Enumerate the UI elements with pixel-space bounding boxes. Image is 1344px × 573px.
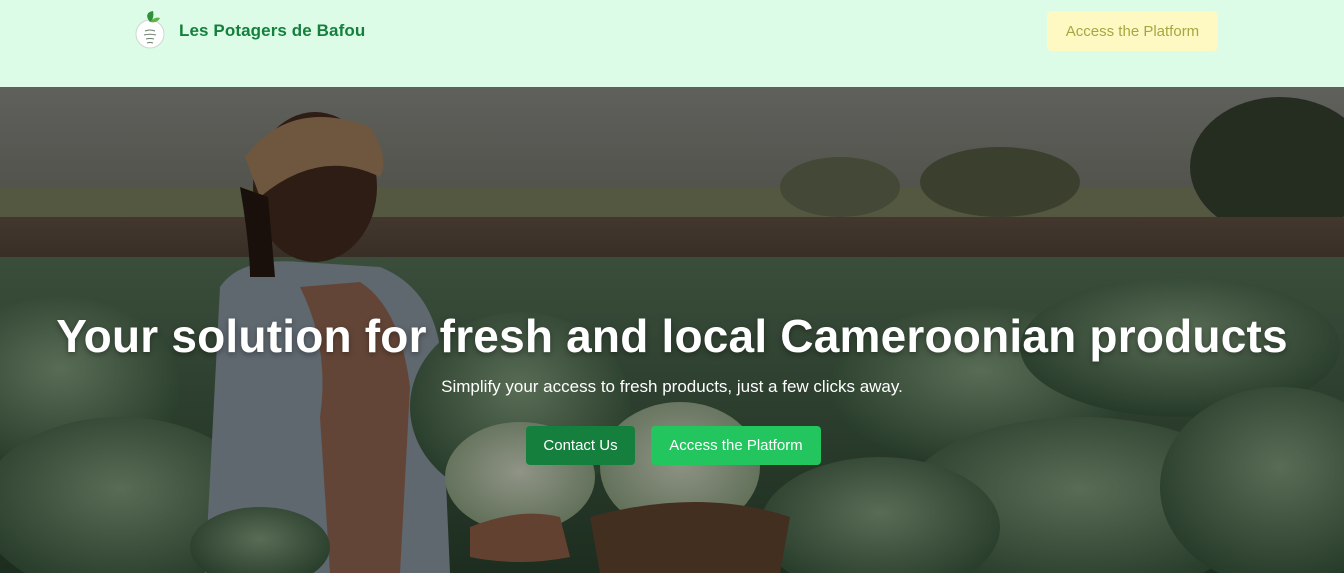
nav-access-platform-button[interactable]: Access the Platform (1047, 11, 1218, 51)
hero-section: Your solution for fresh and local Camero… (0, 87, 1344, 573)
contact-us-button[interactable]: Contact Us (526, 426, 635, 465)
brand-name: Les Potagers de Bafou (179, 21, 366, 40)
hero-access-platform-button[interactable]: Access the Platform (651, 426, 821, 465)
top-navbar: Les Potagers de Bafou Access the Platfor… (0, 0, 1344, 87)
logo-icon (133, 10, 167, 52)
hero-title: Your solution for fresh and local Camero… (56, 310, 1288, 362)
hero-subtitle: Simplify your access to fresh products, … (441, 377, 903, 396)
brand[interactable]: Les Potagers de Bafou (133, 8, 365, 54)
